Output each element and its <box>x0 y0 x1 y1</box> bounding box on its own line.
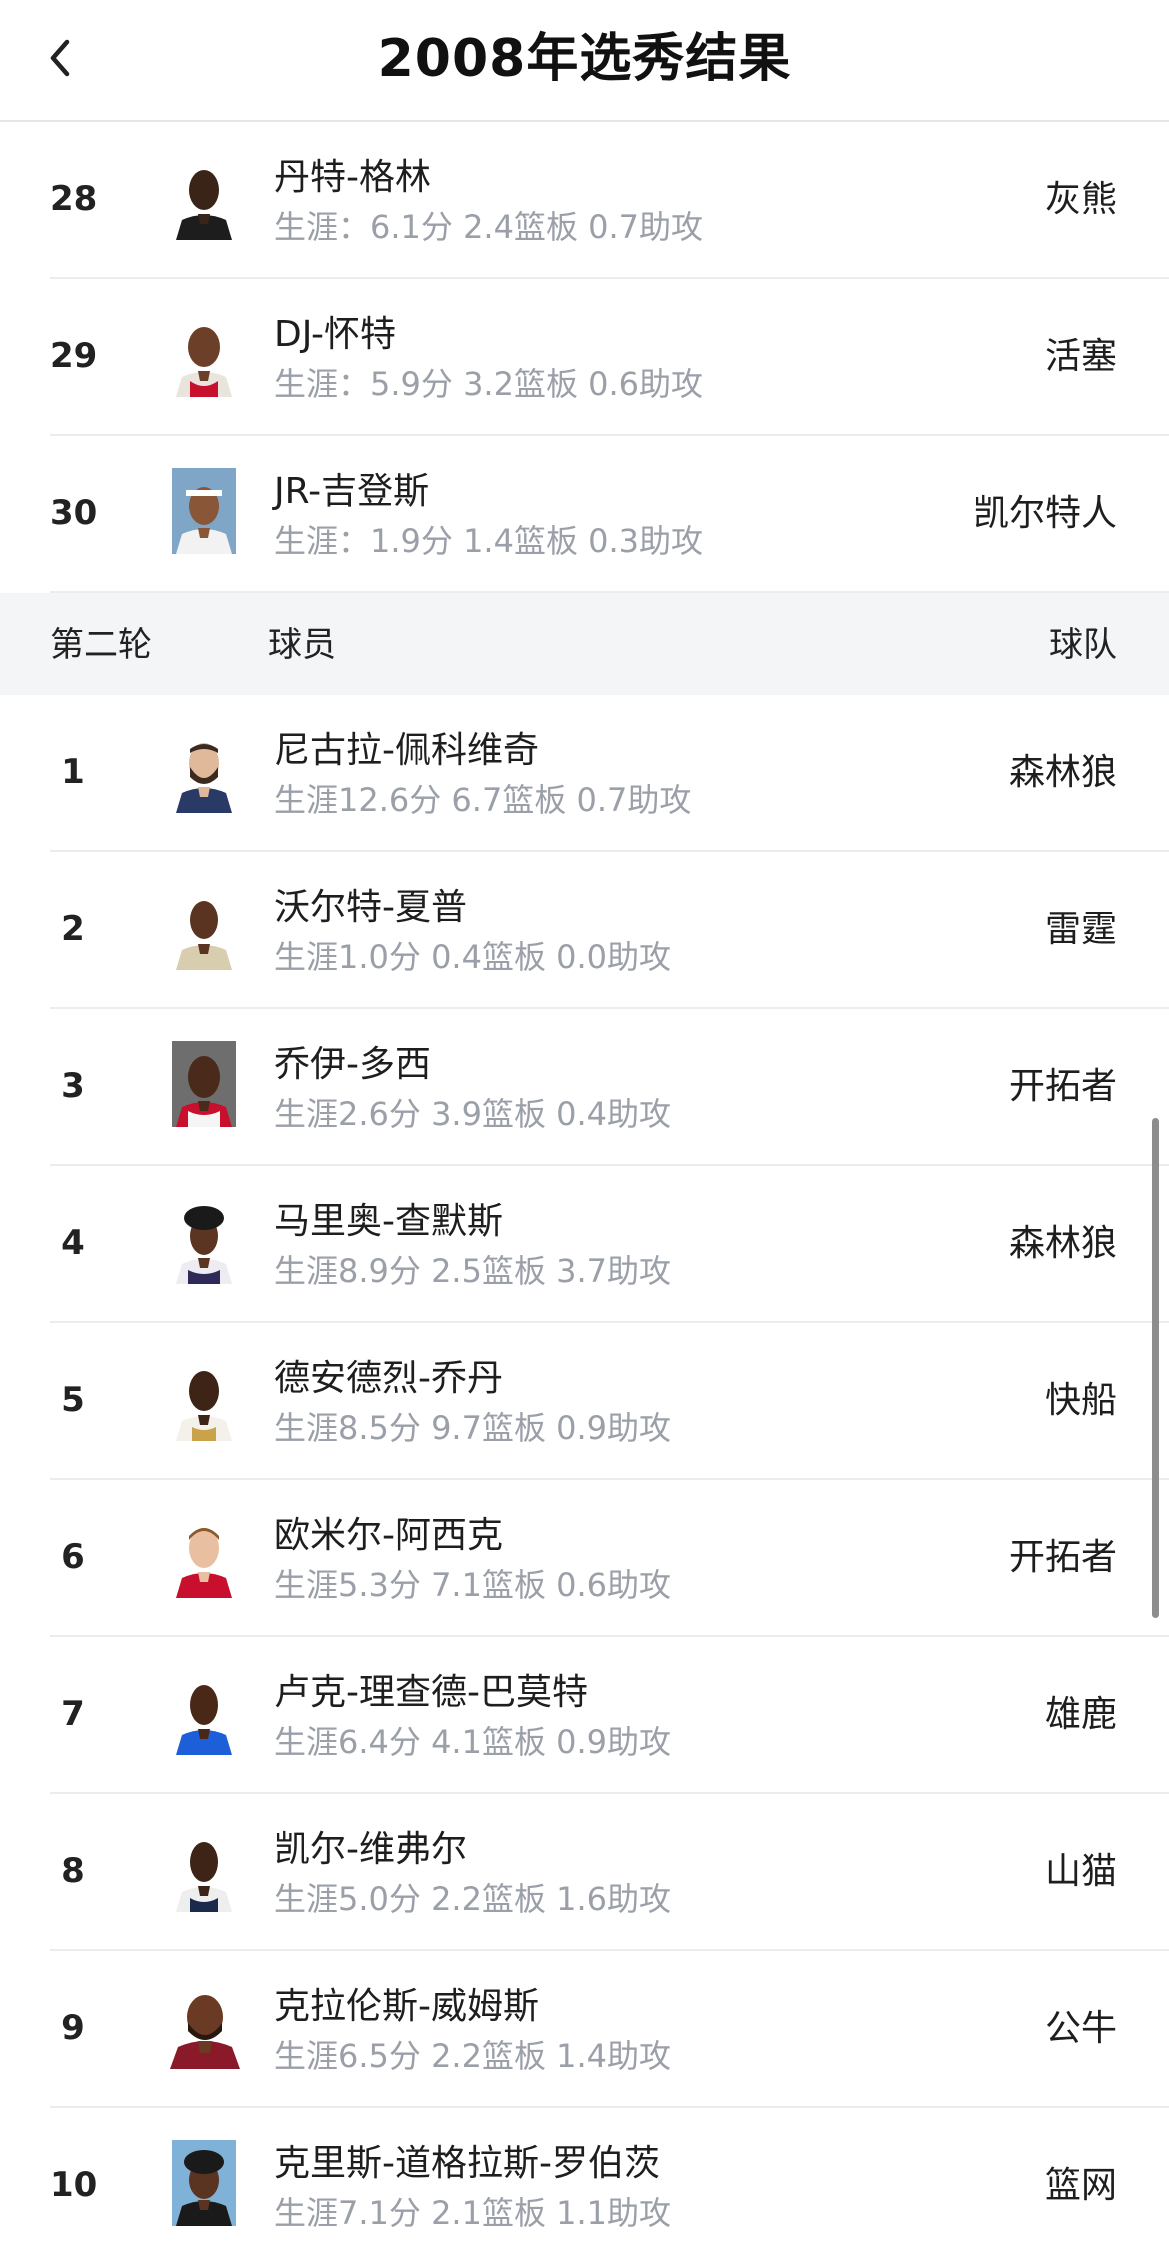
round-section-header: 第二轮 球员 球队 <box>0 593 1169 695</box>
team-name: 开拓者 <box>1008 1066 1117 1107</box>
team-name: 山猫 <box>1044 1851 1117 1892</box>
draft-row[interactable]: 2 沃尔特-夏普 生涯1.0分 0.4篮板 0.0助攻 雷霆 <box>50 852 1169 1009</box>
draft-row[interactable]: 28 丹特-格林 生涯：6.1分 2.4篮板 0.7助攻 灰熊 <box>50 122 1169 279</box>
player-avatar <box>172 468 236 554</box>
team-name: 凯尔特人 <box>972 493 1117 534</box>
player-name: 沃尔特-夏普 <box>274 887 467 928</box>
draft-row[interactable]: 7 卢克-理查德-巴莫特 生涯6.4分 4.1篮板 0.9助攻 雄鹿 <box>50 1637 1169 1794</box>
draft-row[interactable]: 8 凯尔-维弗尔 生涯5.0分 2.2篮板 1.6助攻 山猫 <box>50 1794 1169 1951</box>
player-avatar <box>172 884 236 970</box>
player-name: 马里奥-查默斯 <box>274 1201 503 1242</box>
player-name: 欧米尔-阿西克 <box>274 1515 503 1556</box>
player-avatar <box>172 2140 236 2226</box>
team-name: 快船 <box>1044 1380 1117 1421</box>
player-stats: 生涯6.5分 2.2篮板 1.4助攻 <box>274 2037 672 2075</box>
team-name: 活塞 <box>1044 336 1117 377</box>
player-name: 尼古拉-佩科维奇 <box>274 730 539 771</box>
player-avatar <box>164 1983 246 2069</box>
draft-row[interactable]: 29 DJ-怀特 生涯：5.9分 3.2篮板 0.6助攻 活塞 <box>50 279 1169 436</box>
player-stats: 生涯：1.9分 1.4篮板 0.3助攻 <box>274 522 704 560</box>
pick-number: 28 <box>50 179 98 219</box>
pick-number: 5 <box>61 1380 85 1420</box>
top-nav-bar: 2008年选秀结果 <box>0 0 1169 122</box>
pick-number: 9 <box>61 2008 85 2048</box>
player-avatar <box>172 1826 236 1912</box>
player-stats: 生涯6.4分 4.1篮板 0.9助攻 <box>274 1723 672 1761</box>
pick-number: 6 <box>61 1537 85 1577</box>
team-name: 篮网 <box>1044 2165 1117 2206</box>
page-title: 2008年选秀结果 <box>377 29 792 89</box>
player-avatar <box>172 1355 236 1441</box>
player-stats: 生涯8.9分 2.5篮板 3.7助攻 <box>274 1252 672 1290</box>
pick-number: 1 <box>61 752 85 792</box>
player-stats: 生涯12.6分 6.7篮板 0.7助攻 <box>274 781 692 819</box>
player-avatar <box>172 311 236 397</box>
player-avatar <box>172 1198 236 1284</box>
pick-number: 30 <box>50 493 98 533</box>
scrollbar[interactable] <box>1152 1118 1159 1618</box>
player-stats: 生涯1.0分 0.4篮板 0.0助攻 <box>274 938 672 976</box>
section-player-label: 球员 <box>268 625 336 665</box>
pick-number: 29 <box>50 336 98 376</box>
draft-row[interactable]: 6 欧米尔-阿西克 生涯5.3分 7.1篮板 0.6助攻 开拓者 <box>50 1480 1169 1637</box>
player-stats: 生涯7.1分 2.1篮板 1.1助攻 <box>274 2194 672 2232</box>
pick-number: 10 <box>50 2165 98 2205</box>
player-avatar <box>172 1512 236 1598</box>
player-avatar <box>172 154 236 240</box>
player-stats: 生涯：6.1分 2.4篮板 0.7助攻 <box>274 208 704 246</box>
player-name: 克里斯-道格拉斯-罗伯茨 <box>274 2143 660 2184</box>
player-name: 乔伊-多西 <box>274 1044 431 1085</box>
team-name: 雷霆 <box>1044 909 1117 950</box>
player-stats: 生涯8.5分 9.7篮板 0.9助攻 <box>274 1409 672 1447</box>
player-name: 凯尔-维弗尔 <box>274 1829 467 1870</box>
player-name: 德安德烈-乔丹 <box>274 1358 503 1399</box>
team-name: 雄鹿 <box>1044 1694 1117 1735</box>
section-team-label: 球队 <box>1049 625 1117 665</box>
draft-row[interactable]: 1 尼古拉-佩科维奇 生涯12.6分 6.7篮板 0.7助攻 森林狼 <box>50 695 1169 852</box>
player-name: 丹特-格林 <box>274 157 431 198</box>
player-stats: 生涯5.0分 2.2篮板 1.6助攻 <box>274 1880 672 1918</box>
draft-row[interactable]: 5 德安德烈-乔丹 生涯8.5分 9.7篮板 0.9助攻 快船 <box>50 1323 1169 1480</box>
section-round-label: 第二轮 <box>50 625 152 665</box>
team-name: 森林狼 <box>1008 1223 1117 1264</box>
player-stats: 生涯5.3分 7.1篮板 0.6助攻 <box>274 1566 672 1604</box>
player-stats: 生涯：5.9分 3.2篮板 0.6助攻 <box>274 365 704 403</box>
draft-row[interactable]: 9 克拉伦斯-威姆斯 生涯6.5分 2.2篮板 1.4助攻 公牛 <box>50 1951 1169 2108</box>
player-name: 克拉伦斯-威姆斯 <box>274 1986 539 2027</box>
player-name: DJ-怀特 <box>274 314 397 355</box>
draft-row[interactable]: 3 乔伊-多西 生涯2.6分 3.9篮板 0.4助攻 开拓者 <box>50 1009 1169 1166</box>
player-avatar <box>172 1041 236 1127</box>
team-name: 灰熊 <box>1044 179 1117 220</box>
draft-row[interactable]: 10 克里斯-道格拉斯-罗伯茨 生涯7.1分 2.1篮板 1.1助攻 篮网 <box>50 2108 1169 2263</box>
player-name: JR-吉登斯 <box>274 471 430 512</box>
pick-number: 2 <box>61 909 85 949</box>
pick-number: 8 <box>61 1851 85 1891</box>
pick-number: 3 <box>61 1066 85 1106</box>
draft-row[interactable]: 4 马里奥-查默斯 生涯8.9分 2.5篮板 3.7助攻 森林狼 <box>50 1166 1169 1323</box>
player-avatar <box>172 1669 236 1755</box>
team-name: 森林狼 <box>1008 752 1117 793</box>
draft-row[interactable]: 30 JR-吉登斯 生涯：1.9分 1.4篮板 0.3助攻 凯尔特人 <box>50 436 1169 593</box>
player-name: 卢克-理查德-巴莫特 <box>274 1672 588 1713</box>
team-name: 公牛 <box>1044 2008 1117 2049</box>
player-avatar <box>172 727 236 813</box>
pick-number: 7 <box>61 1694 85 1734</box>
draft-list: 28 丹特-格林 生涯：6.1分 2.4篮板 0.7助攻 灰熊 29 DJ-怀特… <box>0 122 1169 2263</box>
team-name: 开拓者 <box>1008 1537 1117 1578</box>
player-stats: 生涯2.6分 3.9篮板 0.4助攻 <box>274 1095 672 1133</box>
pick-number: 4 <box>61 1223 85 1263</box>
